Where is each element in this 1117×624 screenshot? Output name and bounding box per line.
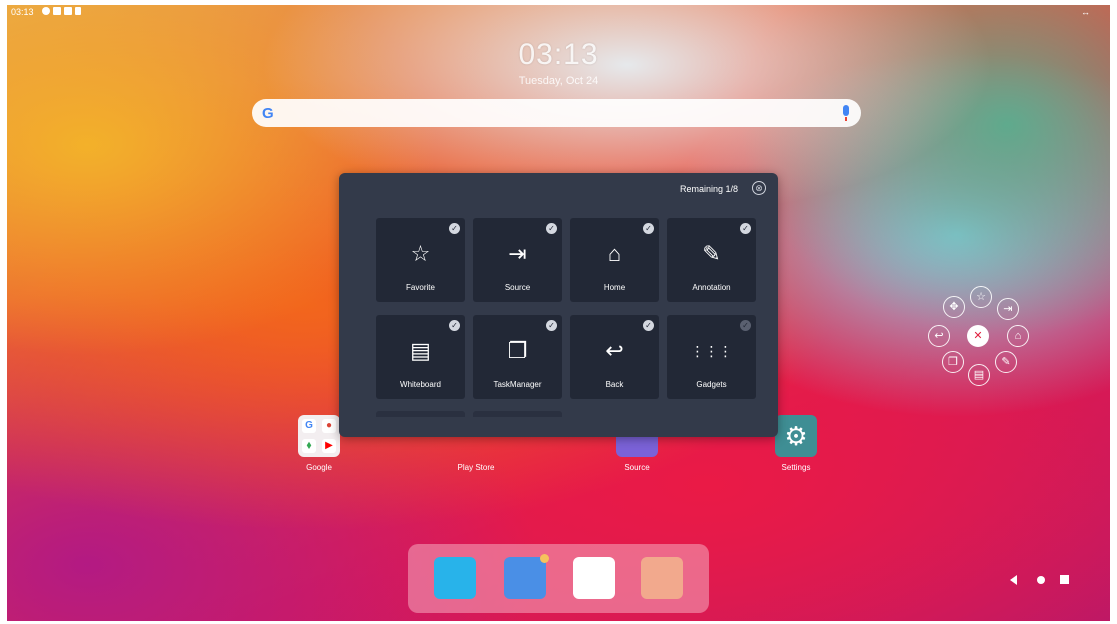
status-time: 03:13 — [11, 7, 34, 17]
tile-stub — [473, 411, 562, 417]
annotation-icon: ✎ — [702, 241, 721, 266]
grid-icon: ⋮⋮⋮ — [690, 343, 733, 359]
tile-gadgets[interactable]: ✓ ⋮⋮⋮ Gadgets — [667, 315, 756, 399]
app-label: Google — [306, 463, 332, 472]
tile-label: Source — [504, 283, 531, 292]
google-search-bar[interactable]: G — [252, 99, 861, 127]
star-icon: ☆ — [410, 241, 431, 266]
whiteboard-app-icon[interactable] — [504, 554, 549, 599]
nav-home-button[interactable] — [1037, 576, 1045, 584]
app-label: Play Store — [457, 463, 495, 472]
move-icon[interactable]: ✥ — [943, 296, 965, 318]
back-icon[interactable]: ↩ — [928, 325, 950, 347]
back-icon: ↩ — [605, 338, 624, 363]
status-icons — [42, 7, 81, 15]
check-icon[interactable]: ✓ — [643, 223, 654, 234]
annotation-app-icon[interactable] — [641, 557, 683, 599]
star-icon[interactable]: ☆ — [970, 286, 992, 308]
tile-label: Home — [603, 283, 626, 292]
check-icon[interactable]: ✓ — [740, 223, 751, 234]
task-manager-icon: ❐ — [507, 338, 528, 363]
settings-icon: ⚙ — [775, 415, 817, 457]
tile-label: Annotation — [692, 283, 731, 292]
app-label: Settings — [781, 463, 811, 472]
tile-back[interactable]: ✓ ↩ Back — [570, 315, 659, 399]
check-icon[interactable]: ✓ — [643, 320, 654, 331]
close-icon[interactable]: ✕ — [967, 325, 989, 347]
remaining-counter: Remaining 1/8 — [679, 184, 738, 194]
source-input-icon[interactable]: ⇥ — [997, 298, 1019, 320]
check-icon[interactable]: ✓ — [740, 320, 751, 331]
file-manager-icon[interactable] — [573, 557, 615, 599]
notification-icon-2 — [64, 7, 72, 15]
microphone-icon[interactable] — [843, 105, 849, 121]
source-input-icon: ⇥ — [508, 241, 527, 266]
google-folder-icon: G ● ⬧ ▶ — [298, 415, 340, 457]
home-icon[interactable]: ⌂ — [1007, 325, 1029, 347]
whiteboard-icon: ▤ — [410, 338, 431, 363]
tile-whiteboard[interactable]: ✓ ▤ Whiteboard — [376, 315, 465, 399]
tile-label: Whiteboard — [400, 380, 441, 389]
nav-recents-button[interactable] — [1060, 575, 1069, 584]
tile-stub — [376, 411, 465, 417]
google-logo-icon: G — [262, 105, 274, 122]
lock-icon — [75, 7, 81, 15]
check-icon[interactable]: ✓ — [449, 223, 460, 234]
network-icon: ↔ — [1081, 7, 1090, 17]
check-icon[interactable]: ✓ — [546, 223, 557, 234]
check-icon[interactable]: ✓ — [546, 320, 557, 331]
clock-time: 03:13 — [518, 38, 599, 71]
sync-icon — [42, 7, 50, 15]
tile-taskmanager[interactable]: ✓ ❐ TaskManager — [473, 315, 562, 399]
clock-date: Tuesday, Oct 24 — [518, 75, 599, 87]
task-manager-icon[interactable]: ❐ — [942, 351, 964, 373]
whiteboard-icon[interactable]: ▤ — [968, 364, 990, 386]
tile-source[interactable]: ✓ ⇥ Source — [473, 218, 562, 302]
dock — [408, 544, 709, 613]
tile-label: Back — [605, 380, 624, 389]
toolbar-customize-panel: Remaining 1/8 ⊗ ✓ ☆ Favorite ✓ ⇥ Source … — [339, 173, 778, 437]
tile-label: Gadgets — [696, 380, 727, 389]
tile-label: Favorite — [406, 283, 435, 292]
notification-badge — [540, 554, 549, 563]
annotation-icon[interactable]: ✎ — [995, 351, 1017, 373]
close-icon[interactable]: ⊗ — [752, 181, 766, 195]
source-icon — [616, 437, 658, 457]
tile-annotation[interactable]: ✓ ✎ Annotation — [667, 218, 756, 302]
tile-home[interactable]: ✓ ⌂ Home — [570, 218, 659, 302]
app-label: Source — [624, 463, 650, 472]
tile-favorite[interactable]: ✓ ☆ Favorite — [376, 218, 465, 302]
nav-back-button[interactable] — [1010, 575, 1017, 585]
status-bar: 03:13 ↔ — [7, 5, 1110, 19]
check-icon[interactable]: ✓ — [449, 320, 460, 331]
home-icon: ⌂ — [607, 241, 622, 266]
home-screen: 03:13 ↔ 03:13 Tuesday, Oct 24 G G ● ⬧ ▶ … — [7, 5, 1110, 621]
screen-cast-icon[interactable] — [434, 557, 476, 599]
tile-label: TaskManager — [493, 380, 542, 389]
notification-icon — [53, 7, 61, 15]
